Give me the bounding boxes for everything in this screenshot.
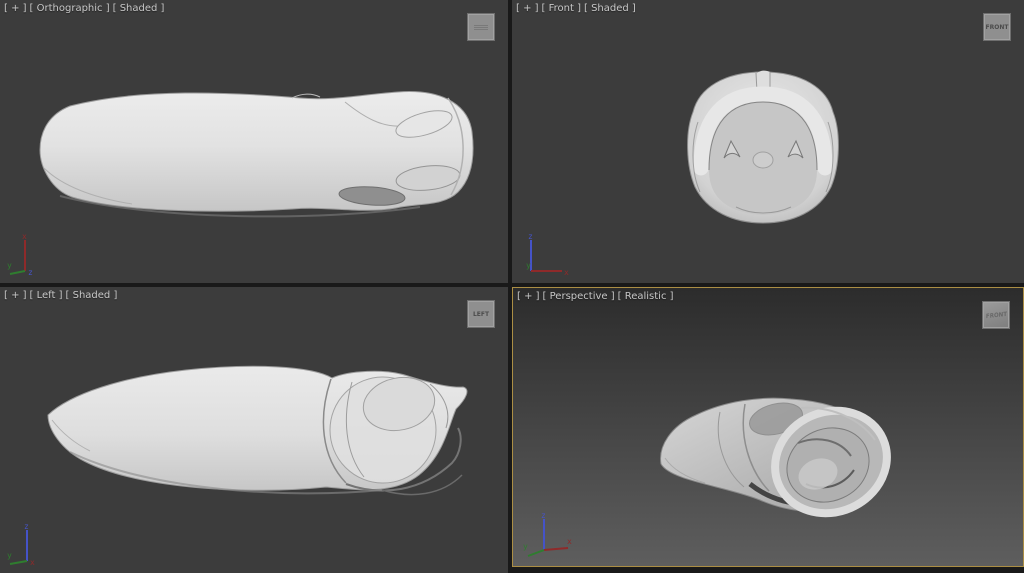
viewcube-icon[interactable]: LEFT — [467, 300, 495, 328]
model-left-view[interactable] — [0, 287, 508, 573]
svg-text:x: x — [564, 268, 569, 277]
viewport-label: [ + ] [ Front ] [ Shaded ] — [516, 3, 636, 15]
viewport-menu-general[interactable]: [ + ] — [4, 3, 27, 15]
viewport-menu-general[interactable]: [ + ] — [517, 291, 540, 303]
viewport-perspective-active[interactable]: [ + ] [ Perspective ] [ Realistic ] FRON… — [512, 287, 1024, 567]
model-perspective-view[interactable] — [513, 288, 1023, 566]
viewport-menu-shading[interactable]: [ Shaded ] — [113, 3, 165, 15]
world-axis-gizmo: z x y — [517, 231, 573, 277]
world-axis-gizmo: z x y — [518, 512, 576, 560]
viewcube-face-label: FRONT — [986, 24, 1009, 31]
viewcube-icon[interactable]: FRONT — [982, 301, 1010, 329]
viewport-label: [ + ] [ Left ] [ Shaded ] — [4, 290, 117, 302]
viewport-menu-general[interactable]: [ + ] — [4, 290, 27, 302]
viewport-menu-shading[interactable]: [ Shaded ] — [66, 290, 118, 302]
viewcube-face-label: FRONT — [985, 310, 1006, 319]
viewcube-face-label: LEFT — [473, 311, 489, 318]
svg-text:x: x — [30, 558, 35, 567]
viewport-menu-general[interactable]: [ + ] — [516, 3, 539, 15]
viewport-menu-shading[interactable]: [ Shaded ] — [584, 3, 636, 15]
svg-text:y: y — [523, 542, 528, 551]
svg-text:z: z — [528, 232, 533, 241]
viewcube-icon[interactable]: FRONT — [983, 13, 1011, 41]
svg-text:z: z — [541, 512, 546, 520]
model-top-view[interactable] — [0, 0, 508, 283]
viewport-menu-shading[interactable]: [ Realistic ] — [618, 291, 674, 303]
model-front-view[interactable] — [512, 0, 1024, 283]
svg-text:z: z — [28, 268, 33, 277]
viewport-label: [ + ] [ Orthographic ] [ Shaded ] — [4, 3, 164, 15]
viewport-menu-pov[interactable]: [ Front ] — [542, 3, 581, 15]
svg-text:y: y — [7, 551, 12, 560]
viewport-menu-pov[interactable]: [ Orthographic ] — [30, 3, 110, 15]
viewport-menu-pov[interactable]: [ Left ] — [30, 290, 63, 302]
viewport-left[interactable]: [ + ] [ Left ] [ Shaded ] LEFT z y x — [0, 287, 508, 573]
viewport-front[interactable]: [ + ] [ Front ] [ Shaded ] FRONT z x — [512, 0, 1024, 283]
viewcube-icon[interactable] — [467, 13, 495, 41]
svg-text:z: z — [24, 522, 29, 531]
viewport-label: [ + ] [ Perspective ] [ Realistic ] — [517, 291, 674, 303]
viewcube-edge-lines — [474, 24, 488, 31]
world-axis-gizmo: z y x — [5, 521, 59, 567]
viewport-orthographic[interactable]: [ + ] [ Orthographic ] [ Shaded ] x y — [0, 0, 508, 283]
world-axis-gizmo: x y z — [5, 231, 59, 277]
svg-text:y: y — [7, 261, 12, 270]
viewport-menu-pov[interactable]: [ Perspective ] — [543, 291, 615, 303]
svg-text:x: x — [567, 537, 572, 546]
svg-text:y: y — [526, 261, 531, 270]
svg-text:x: x — [22, 232, 27, 241]
